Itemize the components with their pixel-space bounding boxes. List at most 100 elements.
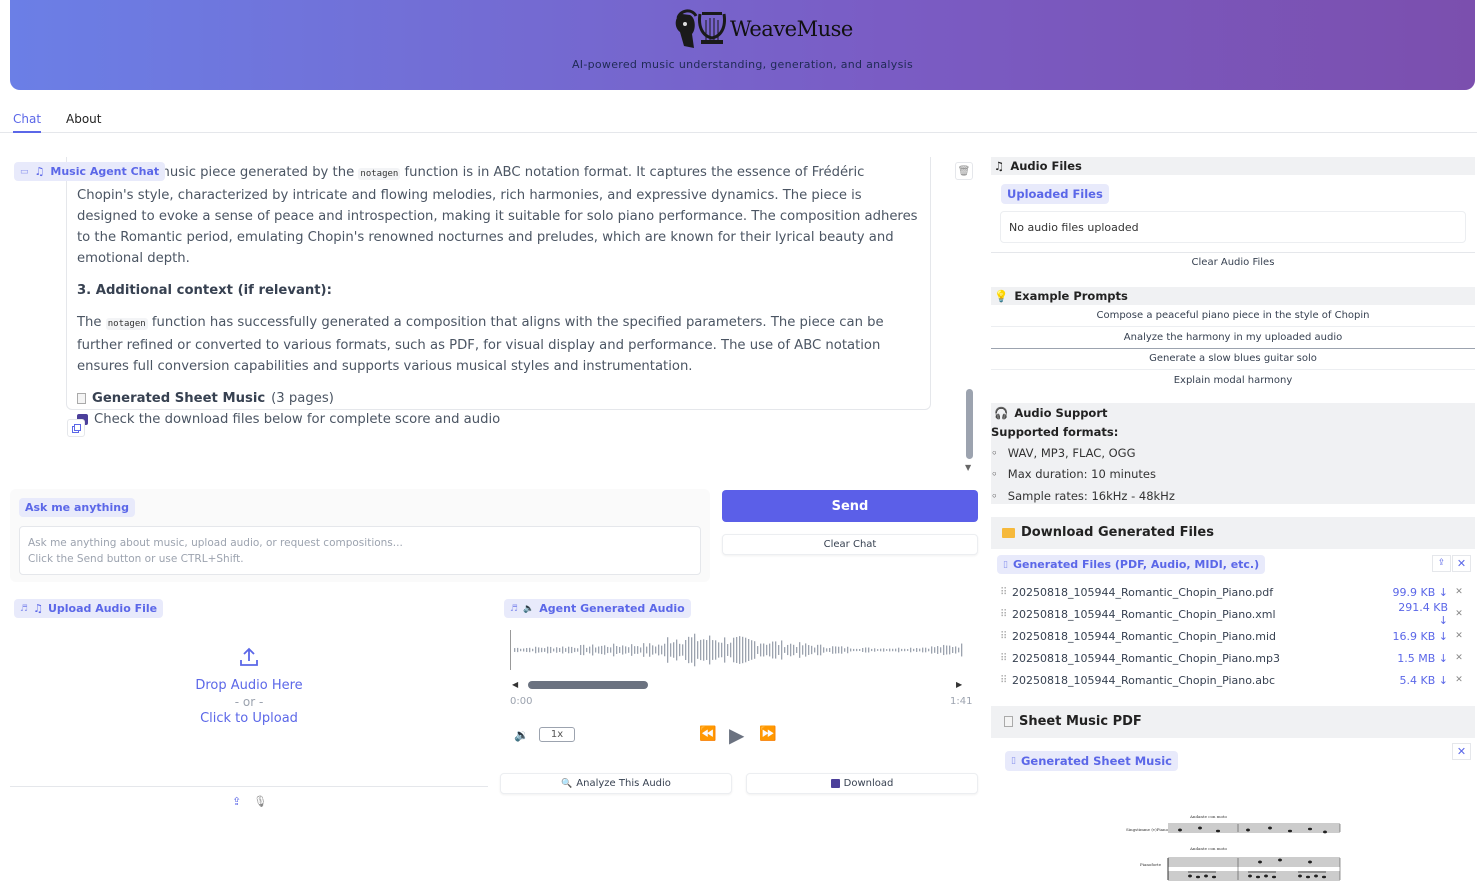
waveform-bar	[556, 647, 558, 653]
speaker-icon: 🔈	[523, 603, 535, 614]
play-icon[interactable]: ▶	[729, 723, 744, 747]
remove-file-icon[interactable]: ✕	[1448, 587, 1470, 597]
waveform-bar	[754, 641, 756, 659]
drag-handle-icon[interactable]: ⠿	[1000, 675, 1012, 686]
time-current: 0:00	[510, 696, 533, 707]
waveform-bar	[874, 648, 876, 652]
clear-audio-files-button[interactable]: Clear Audio Files	[991, 257, 1475, 268]
waveform-bar	[604, 645, 606, 655]
chat-label: ▭ ♫ Music Agent Chat	[14, 162, 166, 181]
scroll-right-icon[interactable]: ▶	[956, 680, 962, 689]
example-prompt[interactable]: Analyze the harmony in my uploaded audio	[991, 332, 1475, 343]
remove-file-icon[interactable]: ✕	[1448, 653, 1470, 663]
drag-handle-icon[interactable]: ⠿	[1000, 631, 1012, 642]
waveform[interactable]	[510, 630, 968, 670]
waveform-bar	[907, 649, 909, 651]
chat-panel: music piece generated by the notagen fun…	[10, 157, 977, 477]
file-row[interactable]: ⠿ 20250818_105944_Romantic_Chopin_Piano.…	[1000, 669, 1470, 691]
waveform-bar	[655, 646, 657, 654]
generated-files-label: ▯ Generated Files (PDF, Audio, MIDI, etc…	[997, 555, 1266, 574]
waveform-bar	[673, 642, 675, 658]
upload-icon	[240, 647, 258, 666]
waveform-bar	[910, 647, 912, 653]
waveform-bar	[619, 646, 621, 654]
waveform-bar	[562, 646, 564, 654]
tab-about[interactable]: About	[66, 112, 101, 126]
example-prompt[interactable]: Explain modal harmony	[991, 375, 1475, 386]
file-size-download[interactable]: 291.4 KB ↓	[1388, 601, 1448, 627]
waveform-bar	[790, 643, 792, 657]
audio-scrollbar[interactable]: ◀ ▶	[512, 680, 962, 689]
file-name[interactable]: 20250818_105944_Romantic_Chopin_Piano.mi…	[1012, 630, 1388, 643]
message-input-panel: Ask me anything Ask me anything about mu…	[10, 489, 710, 582]
example-prompt[interactable]: Compose a peaceful piano piece in the st…	[991, 310, 1475, 321]
file-name[interactable]: 20250818_105944_Romantic_Chopin_Piano.mp…	[1012, 652, 1388, 665]
audio-support-title: 🎧 Audio Support	[994, 406, 1108, 420]
audio-support-title-text: Audio Support	[1014, 406, 1108, 420]
tab-chat[interactable]: Chat	[13, 112, 42, 133]
copy-icon[interactable]	[67, 419, 85, 437]
waveform-bar	[817, 644, 819, 656]
waveform-bar	[598, 646, 600, 654]
remove-file-icon[interactable]: ✕	[1448, 675, 1470, 685]
scroll-down-icon[interactable]: ▼	[965, 463, 971, 472]
file-size-download[interactable]: 5.4 KB ↓	[1388, 674, 1448, 687]
microphone-icon[interactable]: 🎙	[253, 795, 267, 808]
playback-speed[interactable]: 1x	[539, 727, 575, 742]
file-name[interactable]: 20250818_105944_Romantic_Chopin_Piano.ab…	[1012, 674, 1388, 687]
waveform-bar	[715, 640, 717, 660]
file-row[interactable]: ⠿ 20250818_105944_Romantic_Chopin_Piano.…	[1000, 601, 1470, 627]
file-row[interactable]: ⠿ 20250818_105944_Romantic_Chopin_Piano.…	[1000, 647, 1470, 669]
clear-chat-button[interactable]: Clear Chat	[722, 534, 978, 555]
download-audio-button[interactable]: Download	[746, 773, 978, 794]
file-size-download[interactable]: 99.9 KB ↓	[1388, 586, 1448, 599]
waveform-bar	[823, 647, 825, 653]
waveform-bar	[952, 647, 954, 653]
upload-audio-panel: ♬ ♫ Upload Audio File Drop Audio Here - …	[10, 596, 488, 818]
waveform-bar	[787, 644, 789, 656]
trash-icon[interactable]: 🗑	[955, 162, 973, 180]
bullet-icon: ◦	[991, 446, 998, 460]
file-name[interactable]: 20250818_105944_Romantic_Chopin_Piano.pd…	[1012, 586, 1388, 599]
divider	[991, 326, 1475, 327]
send-button[interactable]: Send	[722, 490, 978, 522]
waveform-bar	[685, 640, 687, 660]
chat-scrollbar[interactable]	[966, 389, 973, 459]
fast-forward-icon[interactable]: ⏩	[759, 726, 776, 742]
waveform-bar	[595, 647, 597, 653]
message-input[interactable]: Ask me anything about music, upload audi…	[19, 526, 701, 575]
close-icon[interactable]: ✕	[1452, 555, 1471, 572]
support-item: ◦ Max duration: 10 minutes	[991, 467, 1156, 481]
drag-handle-icon[interactable]: ⠿	[1000, 653, 1012, 664]
audio-scroll-thumb[interactable]	[528, 681, 648, 689]
music-icon: ♬	[20, 603, 29, 614]
close-icon[interactable]: ✕	[1452, 743, 1471, 760]
example-prompt[interactable]: Generate a slow blues guitar solo	[991, 353, 1475, 364]
waveform-bar	[871, 648, 873, 652]
volume-icon[interactable]: 🔉	[514, 728, 529, 742]
download-note-line: Check the download files below for compl…	[77, 409, 920, 430]
upload-source-icon[interactable]: ⇪	[232, 795, 241, 808]
upload-icon[interactable]: ⇪	[1432, 555, 1451, 572]
file-name[interactable]: 20250818_105944_Romantic_Chopin_Piano.xm…	[1012, 608, 1388, 621]
dropzone[interactable]: Drop Audio Here - or - Click to Upload	[10, 646, 488, 726]
file-size-download[interactable]: 16.9 KB ↓	[1388, 630, 1448, 643]
remove-file-icon[interactable]: ✕	[1448, 609, 1470, 619]
scroll-left-icon[interactable]: ◀	[512, 680, 518, 689]
waveform-bar	[517, 647, 519, 653]
waveform-bar	[865, 647, 867, 653]
waveform-bar	[847, 646, 849, 654]
analyze-audio-button[interactable]: 🔍 Analyze This Audio	[500, 773, 732, 794]
waveform-bar	[712, 640, 714, 660]
file-row[interactable]: ⠿ 20250818_105944_Romantic_Chopin_Piano.…	[1000, 625, 1470, 647]
drag-handle-icon[interactable]: ⠿	[1000, 587, 1012, 598]
file-size-download[interactable]: 1.5 MB ↓	[1388, 652, 1448, 665]
waveform-bar	[961, 643, 963, 657]
waveform-bar	[931, 646, 933, 654]
rewind-icon[interactable]: ⏪	[699, 726, 716, 742]
waveform-bar	[547, 646, 549, 654]
remove-file-icon[interactable]: ✕	[1448, 631, 1470, 641]
file-row[interactable]: ⠿ 20250818_105944_Romantic_Chopin_Piano.…	[1000, 581, 1470, 603]
waveform-bar	[925, 647, 927, 653]
drag-handle-icon[interactable]: ⠿	[1000, 609, 1012, 620]
